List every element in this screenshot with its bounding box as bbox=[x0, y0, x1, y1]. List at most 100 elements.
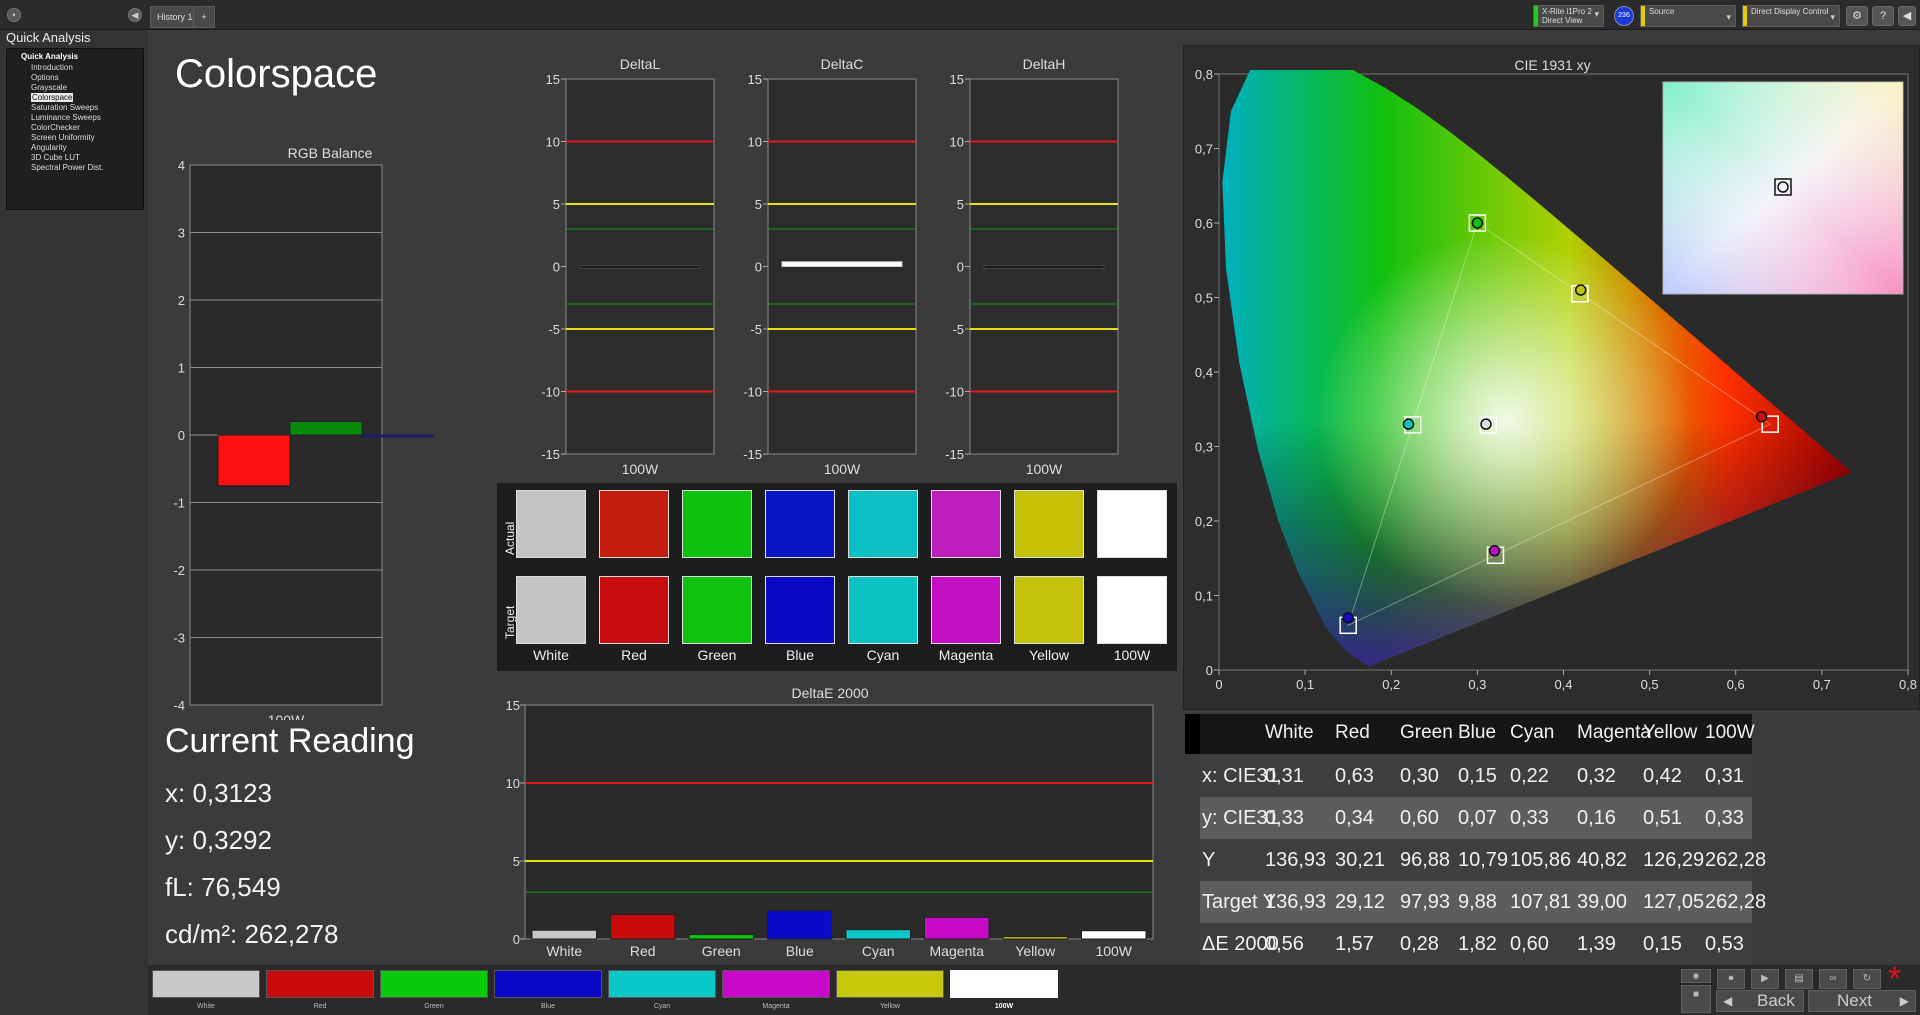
display-selector[interactable]: Direct Display Control ▾ bbox=[1742, 5, 1840, 27]
source-selector[interactable]: Source ▾ bbox=[1640, 5, 1736, 27]
sidebar-item-angularity[interactable]: Angularity bbox=[31, 143, 67, 152]
table-header-cell: Yellow bbox=[1643, 722, 1698, 743]
meter-status-bar bbox=[1534, 6, 1538, 26]
expand-icon[interactable]: ◀ bbox=[1898, 6, 1916, 26]
collapse-sidebar-icon[interactable]: ◀ bbox=[128, 8, 142, 22]
deltae-bar-white bbox=[531, 929, 597, 940]
table-cell: 1,57 bbox=[1335, 933, 1374, 955]
loop-icon[interactable]: ∞ bbox=[1819, 969, 1847, 989]
cie-zoom-inset-tint bbox=[1663, 82, 1903, 294]
table-cell: 0,51 bbox=[1643, 807, 1682, 829]
help-icon[interactable]: ? bbox=[1872, 6, 1894, 26]
delta-tick-label: -15 bbox=[743, 447, 762, 462]
delta-tick-label: -15 bbox=[945, 447, 964, 462]
actual-swatch-cyan bbox=[848, 490, 918, 558]
back-button[interactable]: ◀ Back bbox=[1716, 990, 1804, 1012]
target-swatch-green bbox=[682, 576, 752, 644]
bottom-swatch-magenta[interactable] bbox=[722, 970, 830, 998]
sidebar-item-spectral-power[interactable]: Spectral Power Dist. bbox=[31, 163, 103, 172]
table-cell: 0,56 bbox=[1265, 933, 1304, 955]
bottom-swatch-label: Green bbox=[424, 1003, 444, 1010]
table-cell: 96,88 bbox=[1400, 849, 1451, 871]
sidebar-item-luminance-sweeps[interactable]: Luminance Sweeps bbox=[31, 113, 101, 122]
deltae-bar-red bbox=[610, 914, 676, 940]
calman-window: • ◀ History 1 + X-Rite i1Pro 2 Direct Vi… bbox=[0, 0, 1920, 1015]
actual-swatch-magenta bbox=[931, 490, 1001, 558]
cie-measured-green bbox=[1471, 217, 1484, 229]
next-button[interactable]: Next ▶ bbox=[1808, 990, 1916, 1012]
table-cell: 97,93 bbox=[1400, 891, 1451, 913]
deltae-bar-green bbox=[688, 934, 754, 940]
current-reading-title: Current Reading bbox=[165, 722, 415, 760]
rgb-tick-label: 2 bbox=[178, 293, 185, 308]
table-cell: 0,32 bbox=[1577, 765, 1616, 787]
table-cell: 126,29 bbox=[1643, 849, 1705, 871]
table-row-label: Y bbox=[1202, 849, 1216, 871]
table-cell: 0,15 bbox=[1643, 933, 1682, 955]
table-header-cell: Red bbox=[1335, 722, 1370, 743]
save-icon[interactable]: ▤ bbox=[1785, 969, 1813, 989]
actual-swatch-red bbox=[599, 490, 669, 558]
bottom-swatch-yellow[interactable] bbox=[836, 970, 944, 998]
bottom-swatch-cyan[interactable] bbox=[608, 970, 716, 998]
delta-tick-label: 15 bbox=[748, 72, 762, 87]
target-swatch-cyan bbox=[848, 576, 918, 644]
record-icon[interactable]: ⏺ bbox=[1717, 969, 1745, 989]
meter-badge-icon[interactable]: 236 bbox=[1614, 6, 1634, 26]
table-cell: 136,93 bbox=[1265, 891, 1327, 913]
delta-tick-label: -5 bbox=[952, 322, 964, 337]
bottom-swatch-label: Blue bbox=[540, 1003, 555, 1010]
table-cell: 0,31 bbox=[1265, 765, 1304, 787]
settings-gear-icon[interactable]: ⚙ bbox=[1846, 6, 1868, 26]
table-row: x: CIE31 0,31 0,63 0,30 0,15 0,22 0,32 0,42 0,31 bbox=[1200, 755, 1752, 797]
play-icon[interactable]: ▶ bbox=[1751, 969, 1779, 989]
swatch-label: Blue bbox=[785, 647, 815, 663]
reading-y: y: 0,3292 bbox=[165, 825, 272, 855]
bottom-swatch-100w[interactable] bbox=[950, 970, 1058, 998]
app-menu-icon[interactable]: • bbox=[7, 8, 21, 22]
refresh-icon[interactable]: ↻ bbox=[1853, 969, 1881, 989]
delta-tick-label: 0 bbox=[755, 260, 762, 275]
sidebar-item-options[interactable]: Options bbox=[31, 73, 59, 82]
sidebar-item-introduction[interactable]: Introduction bbox=[31, 63, 73, 72]
cie-y-tick-label: 0,8 bbox=[1195, 70, 1213, 82]
sidebar-item-saturation-sweeps[interactable]: Saturation Sweeps bbox=[31, 103, 98, 112]
sidebar-item-3d-cube-lut[interactable]: 3D Cube LUT bbox=[31, 153, 80, 162]
rgb-tick-label: -4 bbox=[173, 698, 185, 713]
camera-icon[interactable]: ◉ bbox=[1681, 969, 1711, 983]
row-label-actual: Actual bbox=[503, 521, 517, 555]
bottom-swatch-green[interactable] bbox=[380, 970, 488, 998]
stop-icon[interactable]: ■ bbox=[1681, 985, 1711, 1013]
sidebar-item-colorspace[interactable]: Colorspace bbox=[31, 93, 74, 102]
sidebar-item-screen-uniformity[interactable]: Screen Uniformity bbox=[31, 133, 95, 142]
deltae-category-label: White bbox=[546, 943, 582, 959]
sidebar-item-grayscale[interactable]: Grayscale bbox=[31, 83, 67, 92]
table-cell: 1,82 bbox=[1458, 933, 1497, 955]
meter-selector[interactable]: X-Rite i1Pro 2 Direct View ▾ bbox=[1533, 5, 1604, 27]
bottom-swatch-white[interactable] bbox=[152, 970, 260, 998]
chevron-down-icon: ▾ bbox=[1594, 9, 1599, 19]
add-tab-button[interactable]: + bbox=[193, 6, 215, 28]
table-row: ΔE 2000 0,56 1,57 0,28 1,82 0,60 1,39 0,15 0,53 bbox=[1200, 923, 1752, 965]
sidebar-item-colorchecker[interactable]: ColorChecker bbox=[31, 123, 80, 132]
tree-root-quick-analysis[interactable]: Quick Analysis bbox=[21, 52, 78, 61]
cie-y-tick-label: 0,4 bbox=[1195, 365, 1213, 380]
swatch-label: Magenta bbox=[938, 647, 994, 663]
table-cell: 0,31 bbox=[1705, 765, 1744, 787]
delta-tick-label: -10 bbox=[743, 385, 762, 400]
reading-fl: fL: 76,549 bbox=[165, 872, 281, 902]
reading-x: x: 0,3123 bbox=[165, 778, 272, 808]
cie-x-tick-label: 0,5 bbox=[1641, 677, 1659, 692]
bottom-swatch-blue[interactable] bbox=[494, 970, 602, 998]
table-cell: 10,79 bbox=[1458, 849, 1509, 871]
bottom-swatch-red[interactable] bbox=[266, 970, 374, 998]
table-cell: 105,86 bbox=[1510, 849, 1572, 871]
delta-tick-label: 5 bbox=[957, 197, 964, 212]
cie-y-tick-label: 0 bbox=[1206, 663, 1213, 678]
measurement-table: White Red Green Blue Cyan Magenta Yellow 100W x:… bbox=[1185, 714, 1767, 965]
deltae-tick-label: 15 bbox=[506, 698, 520, 713]
cie-x-tick-label: 0,2 bbox=[1382, 677, 1400, 692]
table-cell: 29,12 bbox=[1335, 891, 1386, 913]
delta-bar-100w bbox=[781, 261, 903, 267]
delta-category-label: 100W bbox=[1026, 461, 1063, 477]
